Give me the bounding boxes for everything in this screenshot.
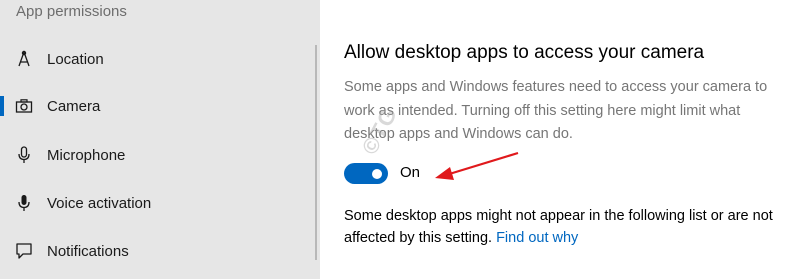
location-icon (14, 49, 34, 69)
sidebar-item-label: Microphone (47, 146, 126, 164)
voice-activation-icon (14, 193, 34, 213)
sidebar-item-label: Location (47, 50, 104, 68)
sidebar-item-label: Voice activation (47, 194, 152, 212)
notifications-icon (14, 241, 34, 261)
selection-indicator (0, 96, 4, 116)
microphone-icon (14, 145, 34, 165)
description-text: Some apps and Windows features need to a… (344, 79, 768, 142)
desktop-apps-note: Some desktop apps might not appear in th… (344, 205, 794, 249)
main-content: Allow desktop apps to access your camera… (320, 0, 799, 279)
sidebar-item-label: Camera (47, 97, 101, 115)
camera-access-toggle[interactable] (344, 163, 388, 184)
section-header: App permissions (16, 3, 127, 20)
sidebar-item-camera[interactable]: Camera (0, 84, 312, 128)
annotation-arrow-icon (435, 151, 519, 180)
sidebar-item-microphone[interactable]: Microphone (0, 133, 312, 177)
sidebar-item-voice-activation[interactable]: Voice activation (0, 181, 312, 225)
toggle-knob (372, 168, 382, 179)
sidebar-item-notifications[interactable]: Notifications (0, 229, 312, 273)
page-title: Allow desktop apps to access your camera (344, 42, 705, 63)
sidebar-item-location[interactable]: Location (0, 37, 312, 81)
toggle-state-label: On (400, 164, 421, 181)
camera-icon (14, 96, 34, 116)
sidebar-scrollbar[interactable] (315, 45, 317, 260)
find-out-why-link[interactable]: Find out why (496, 230, 578, 246)
sidebar: App permissions Location Camera Micropho… (0, 0, 320, 279)
sidebar-item-label: Notifications (47, 242, 129, 260)
